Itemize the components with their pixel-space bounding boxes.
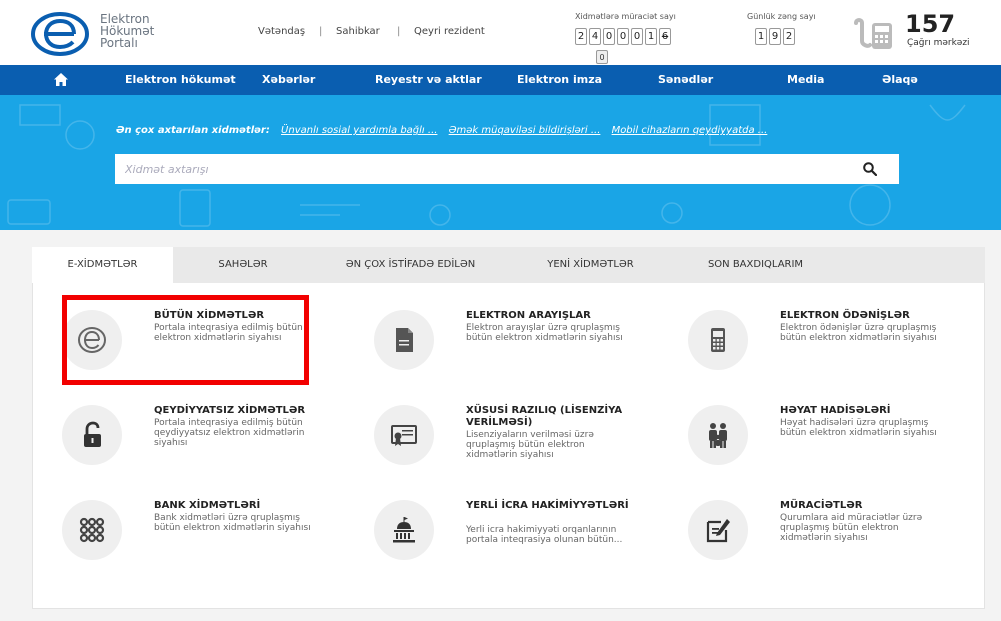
tile-description: Qurumlara aid müraciətlər üzrə qruplaşmı… xyxy=(780,513,923,543)
nav-item-documents[interactable]: Sənədlər xyxy=(658,65,713,95)
counter-digit: 1 xyxy=(645,28,657,45)
tile-icon-circle xyxy=(374,310,434,370)
tab-most-used[interactable]: ƏN ÇOX İSTİFADƏ EDİLƏN xyxy=(313,247,508,283)
portal-name[interactable]: Elektron Hökumət Portalı xyxy=(100,13,154,49)
counter-digit: 1 xyxy=(755,28,767,45)
tile-description: Elektron arayışlar üzrə qruplaşmış bütün… xyxy=(466,323,623,343)
services-tabs: E-XİDMƏTLƏR SAHƏLƏR ƏN ÇOX İSTİFADƏ EDİL… xyxy=(32,247,985,283)
counter-digit: 0 xyxy=(603,28,615,45)
nav-item-e-government[interactable]: Elektron hökumət xyxy=(125,65,236,95)
tile-description: Bank xidmətləri üzrə qruplaşmış bütün el… xyxy=(154,513,311,533)
tile-title: YERLİ İCRA HAKİMİYYƏTLƏRİ xyxy=(466,500,629,511)
tile-title: BÜTÜN XİDMƏTLƏR xyxy=(154,310,265,321)
egov-logo-icon[interactable] xyxy=(30,12,90,56)
service-tile-unregistered-services[interactable]: QEYDİYYATSIZ XİDMƏTLƏR Portala inteqrasi… xyxy=(62,405,362,495)
nav-item-e-signature[interactable]: Elektron imza xyxy=(517,65,602,95)
hero-banner: Ən çox axtarılan xidmətlər: Ünvanlı sosi… xyxy=(0,95,1001,230)
tile-icon-circle xyxy=(688,500,748,560)
tile-icon-circle xyxy=(688,310,748,370)
tile-description: Lisenziyaların verilməsi üzrə qruplaşmış… xyxy=(466,430,594,460)
popular-services: Ən çox axtarılan xidmətlər: Ünvanlı sosi… xyxy=(116,125,767,136)
tile-description: Yerli icra hakimiyyəti orqanlarının port… xyxy=(466,525,623,545)
nav-item-registry[interactable]: Reyestr və aktlar xyxy=(375,65,482,95)
tile-icon-circle xyxy=(62,310,122,370)
tile-icon-circle xyxy=(62,405,122,465)
edit-note-icon xyxy=(706,519,730,543)
service-tile-local-executive[interactable]: YERLİ İCRA HAKİMİYYƏTLƏRİ Yerli icra hak… xyxy=(374,500,674,590)
audience-link-entrepreneur[interactable]: Sahibkar xyxy=(336,26,380,37)
service-tile-e-payments[interactable]: ELEKTRON ÖDƏNİŞLƏR Elektron ödənişlər üz… xyxy=(688,310,988,400)
popular-link-mobile-registration[interactable]: Mobil cihazların qeydiyyatda ... xyxy=(612,125,768,136)
tile-icon-circle xyxy=(688,405,748,465)
service-tile-bank-services[interactable]: BANK XİDMƏTLƏRİ Bank xidmətləri üzrə qru… xyxy=(62,500,362,590)
government-building-icon xyxy=(393,517,415,543)
call-center-label: Çağrı mərkəzi xyxy=(907,38,970,48)
counter-digit: 2 xyxy=(575,28,587,45)
audience-link-citizen[interactable]: Vətəndaş xyxy=(258,26,305,37)
tile-description: Həyat hadisələri üzrə qruplaşmış bütün e… xyxy=(780,418,937,438)
logo-line: Portalı xyxy=(100,36,138,50)
service-tile-licensing[interactable]: XÜSUSİ RAZILIQ (LİSENZİYA VERİLMƏSİ) Lis… xyxy=(374,405,674,495)
popular-services-label: Ən çox axtarılan xidmətlər: xyxy=(116,125,270,136)
document-icon xyxy=(396,328,413,352)
tile-title: HƏYAT HADİSƏLƏRİ xyxy=(780,405,891,416)
tile-title: BANK XİDMƏTLƏRİ xyxy=(154,500,261,511)
audience-separator: | xyxy=(319,26,323,37)
applications-counter: 2 4 0 0 0 1 6 xyxy=(575,28,671,45)
call-center-number[interactable]: 157 xyxy=(905,12,955,36)
home-icon[interactable] xyxy=(53,72,69,87)
tile-description: Elektron ödənişlər üzrə qruplaşmış bütün… xyxy=(780,323,937,343)
search-icon[interactable] xyxy=(863,162,877,176)
nav-item-media[interactable]: Media xyxy=(787,65,824,95)
tab-sectors[interactable]: SAHƏLƏR xyxy=(173,247,313,283)
payment-terminal-icon xyxy=(711,328,725,352)
counter-digit: 0 xyxy=(617,28,629,45)
unlock-icon xyxy=(84,421,101,447)
counter-digit: 6 xyxy=(659,28,671,45)
tile-icon-circle xyxy=(374,500,434,560)
tile-title: MÜRACİƏTLƏR xyxy=(780,500,863,511)
grid-dots-icon xyxy=(79,517,105,543)
daily-calls-label: Günlük zəng sayı xyxy=(747,12,816,21)
tile-description: Portala inteqrasiya edilmiş bütün elektr… xyxy=(154,323,303,343)
tab-new-services[interactable]: YENİ XİDMƏTLƏR xyxy=(508,247,673,283)
popular-link-labor-contract[interactable]: Əmək müqaviləsi bildirişləri ... xyxy=(449,125,601,136)
counter-digit: 0 xyxy=(631,28,643,45)
egov-logo-icon xyxy=(78,327,106,353)
tile-icon-circle xyxy=(374,405,434,465)
counter-digit: 2 xyxy=(783,28,795,45)
tile-title: XÜSUSİ RAZILIQ (LİSENZİYA VERİLMƏSİ) xyxy=(466,405,623,428)
applications-count-label: Xidmətlərə müraciət sayı xyxy=(575,12,676,21)
tile-title: QEYDİYYATSIZ XİDMƏTLƏR xyxy=(154,405,306,416)
service-search-input[interactable] xyxy=(115,154,855,184)
tile-description: Portala inteqrasiya edilmiş bütün qeydiy… xyxy=(154,418,305,448)
tile-title: ELEKTRON ÖDƏNİŞLƏR xyxy=(780,310,910,321)
top-header: Elektron Hökumət Portalı Vətəndaş | Sahi… xyxy=(0,0,1001,65)
counter-digit: 4 xyxy=(589,28,601,45)
tab-e-services[interactable]: E-XİDMƏTLƏR xyxy=(32,247,173,283)
service-tile-appeals[interactable]: MÜRACİƏTLƏR Qurumlara aid müraciətlər üz… xyxy=(688,500,988,590)
audience-link-nonresident[interactable]: Qeyri rezident xyxy=(414,26,485,37)
counter-digit: 9 xyxy=(769,28,781,45)
phone-keypad-icon[interactable] xyxy=(852,17,894,53)
audience-separator: | xyxy=(397,26,401,37)
nav-item-news[interactable]: Xəbərlər xyxy=(262,65,315,95)
tile-icon-circle xyxy=(62,500,122,560)
popular-link-social-aid[interactable]: Ünvanlı sosial yardımla bağlı ... xyxy=(281,125,437,136)
counter-overflow-digit: 0 xyxy=(596,50,608,64)
service-tile-e-certificates[interactable]: ELEKTRON ARAYIŞLAR Elektron arayışlar üz… xyxy=(374,310,674,400)
service-tile-life-events[interactable]: HƏYAT HADİSƏLƏRİ Həyat hadisələri üzrə q… xyxy=(688,405,988,495)
tile-title: ELEKTRON ARAYIŞLAR xyxy=(466,310,591,321)
nav-item-contact[interactable]: Əlaqə xyxy=(882,65,918,95)
service-search-box xyxy=(115,154,899,184)
main-nav: Elektron hökumət Xəbərlər Reyestr və akt… xyxy=(0,65,1001,95)
daily-calls-counter: 1 9 2 xyxy=(755,28,795,45)
tab-recently-viewed[interactable]: SON BAXDIQLARIM xyxy=(673,247,838,283)
certificate-icon xyxy=(391,425,417,446)
service-tile-all-services[interactable]: BÜTÜN XİDMƏTLƏR Portala inteqrasiya edil… xyxy=(62,310,362,400)
family-icon xyxy=(709,423,727,448)
